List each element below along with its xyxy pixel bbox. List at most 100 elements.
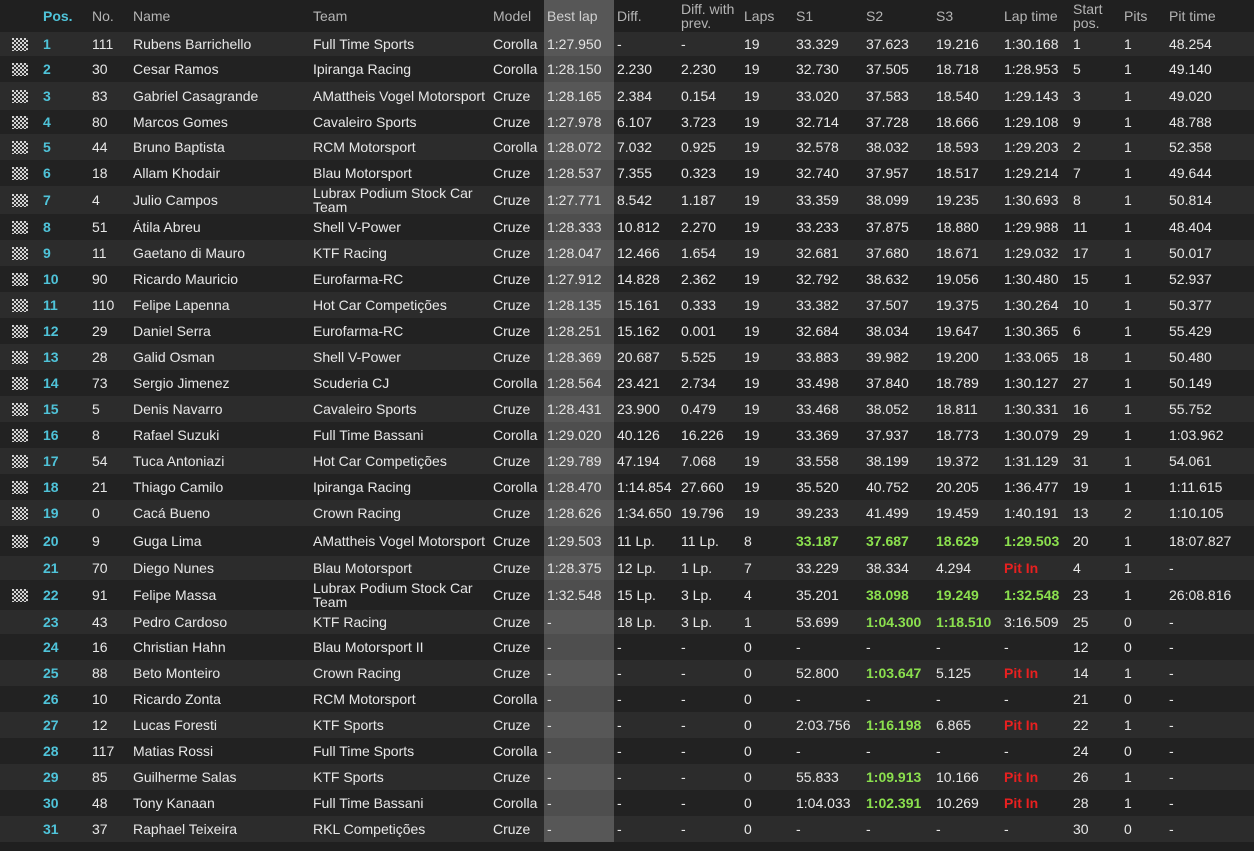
table-row-29[interactable]: 29 85 Guilherme Salas KTF Sports Cruze -… [0, 764, 1254, 790]
table-row-18[interactable]: 18 21 Thiago Camilo Ipiranga Racing Coro… [0, 474, 1254, 500]
team-name: Lubrax Podium Stock Car Team [313, 580, 473, 610]
col-header-pits[interactable]: Pits [1121, 0, 1166, 32]
table-row-5[interactable]: 5 44 Bruno Baptista RCM Motorsport Corol… [0, 134, 1254, 160]
pos-cell: 7 [40, 186, 89, 214]
col-header-diff-prev[interactable]: Diff. with prev. [678, 0, 741, 32]
pits-cell: 1 [1121, 474, 1166, 500]
driver-name-cell: Beto Monteiro [130, 660, 310, 686]
diff-prev-cell: 0.154 [678, 82, 741, 110]
s3-cell: 18.666 [933, 110, 1001, 134]
col-header-s3[interactable]: S3 [933, 0, 1001, 32]
col-header-s2[interactable]: S2 [863, 0, 933, 32]
diff-prev-cell: 16.226 [678, 422, 741, 448]
driver-name-cell: Cesar Ramos [130, 56, 310, 82]
pits-cell: 1 [1121, 240, 1166, 266]
table-row-24[interactable]: 24 16 Christian Hahn Blau Motorsport II … [0, 634, 1254, 660]
start-pos-cell: 23 [1070, 580, 1121, 610]
col-header-name[interactable]: Name [130, 0, 310, 32]
s3-cell: 19.375 [933, 292, 1001, 318]
driver-name-cell: Diego Nunes [130, 556, 310, 580]
model-cell: Cruze [490, 160, 544, 186]
pos-cell: 20 [40, 526, 89, 556]
team-cell: Cavaleiro Sports [310, 396, 490, 422]
table-row-14[interactable]: 14 73 Sergio Jimenez Scuderia CJ Corolla… [0, 370, 1254, 396]
table-row-8[interactable]: 8 51 Átila Abreu Shell V-Power Cruze 1:2… [0, 214, 1254, 240]
checkered-flag-icon [12, 351, 28, 365]
table-row-1[interactable]: 1 111 Rubens Barrichello Full Time Sport… [0, 32, 1254, 56]
team-name: Ipiranga Racing [313, 61, 412, 77]
car-number-cell: 29 [89, 318, 130, 344]
col-header-model[interactable]: Model [490, 0, 544, 32]
table-row-6[interactable]: 6 18 Allam Khodair Blau Motorsport Cruze… [0, 160, 1254, 186]
col-header-diff[interactable]: Diff. [614, 0, 678, 32]
table-row-22[interactable]: 22 91 Felipe Massa Lubrax Podium Stock C… [0, 580, 1254, 610]
table-row-31[interactable]: 31 37 Raphael Teixeira RKL Competições C… [0, 816, 1254, 842]
table-row-13[interactable]: 13 28 Galid Osman Shell V-Power Cruze 1:… [0, 344, 1254, 370]
col-header-pos[interactable]: Pos. [40, 0, 89, 32]
table-row-3[interactable]: 3 83 Gabriel Casagrande AMattheis Vogel … [0, 82, 1254, 110]
diff-prev-cell: 2.270 [678, 214, 741, 240]
col-header-best-lap[interactable]: Best lap [544, 0, 614, 32]
model-cell: Cruze [490, 764, 544, 790]
table-row-25[interactable]: 25 88 Beto Monteiro Crown Racing Cruze -… [0, 660, 1254, 686]
flag-cell [0, 686, 40, 712]
table-row-11[interactable]: 11 110 Felipe Lapenna Hot Car Competiçõe… [0, 292, 1254, 318]
start-pos-cell: 13 [1070, 500, 1121, 526]
col-header-laps[interactable]: Laps [741, 0, 793, 32]
table-row-20[interactable]: 20 9 Guga Lima AMattheis Vogel Motorspor… [0, 526, 1254, 556]
start-pos-cell: 31 [1070, 448, 1121, 474]
col-header-lap-time[interactable]: Lap time [1001, 0, 1070, 32]
flag-cell [0, 448, 40, 474]
team-name: Full Time Sports [313, 36, 415, 52]
driver-name-cell: Felipe Lapenna [130, 292, 310, 318]
start-pos-cell: 15 [1070, 266, 1121, 292]
model-cell: Corolla [490, 370, 544, 396]
checkered-flag-icon [12, 167, 28, 181]
s1-cell: 52.800 [793, 660, 863, 686]
s1-cell: 33.233 [793, 214, 863, 240]
start-pos-cell: 8 [1070, 186, 1121, 214]
table-row-7[interactable]: 7 4 Julio Campos Lubrax Podium Stock Car… [0, 186, 1254, 214]
pit-time-cell: - [1166, 816, 1254, 842]
table-row-12[interactable]: 12 29 Daniel Serra Eurofarma-RC Cruze 1:… [0, 318, 1254, 344]
col-header-s1[interactable]: S1 [793, 0, 863, 32]
pits-cell: 0 [1121, 634, 1166, 660]
table-row-10[interactable]: 10 90 Ricardo Mauricio Eurofarma-RC Cruz… [0, 266, 1254, 292]
col-header-pit-time[interactable]: Pit time [1166, 0, 1254, 32]
table-row-9[interactable]: 9 11 Gaetano di Mauro KTF Racing Cruze 1… [0, 240, 1254, 266]
table-row-28[interactable]: 28 117 Matias Rossi Full Time Sports Cor… [0, 738, 1254, 764]
team-cell: Scuderia CJ [310, 370, 490, 396]
table-row-19[interactable]: 19 0 Cacá Bueno Crown Racing Cruze 1:28.… [0, 500, 1254, 526]
s1-cell: 39.233 [793, 500, 863, 526]
model-cell: Corolla [490, 790, 544, 816]
col-header-team[interactable]: Team [310, 0, 490, 32]
driver-name-cell: Guilherme Salas [130, 764, 310, 790]
flag-cell [0, 186, 40, 214]
table-row-21[interactable]: 21 70 Diego Nunes Blau Motorsport Cruze … [0, 556, 1254, 580]
col-header-no[interactable]: No. [89, 0, 130, 32]
laps-cell: 19 [741, 448, 793, 474]
table-row-23[interactable]: 23 43 Pedro Cardoso KTF Racing Cruze - 1… [0, 610, 1254, 634]
car-number-cell: 83 [89, 82, 130, 110]
team-cell: AMattheis Vogel Motorsport [310, 82, 490, 110]
model-cell: Corolla [490, 738, 544, 764]
lap-time-cell: - [1001, 738, 1070, 764]
pits-cell: 0 [1121, 686, 1166, 712]
table-row-26[interactable]: 26 10 Ricardo Zonta RCM Motorsport Corol… [0, 686, 1254, 712]
table-row-4[interactable]: 4 80 Marcos Gomes Cavaleiro Sports Cruze… [0, 110, 1254, 134]
laps-cell: 19 [741, 240, 793, 266]
table-row-16[interactable]: 16 8 Rafael Suzuki Full Time Bassani Cor… [0, 422, 1254, 448]
diff-prev-cell: 0.925 [678, 134, 741, 160]
table-row-15[interactable]: 15 5 Denis Navarro Cavaleiro Sports Cruz… [0, 396, 1254, 422]
table-row-30[interactable]: 30 48 Tony Kanaan Full Time Bassani Coro… [0, 790, 1254, 816]
pits-cell: 1 [1121, 292, 1166, 318]
table-row-27[interactable]: 27 12 Lucas Foresti KTF Sports Cruze - -… [0, 712, 1254, 738]
table-row-2[interactable]: 2 30 Cesar Ramos Ipiranga Racing Corolla… [0, 56, 1254, 82]
pits-cell: 1 [1121, 396, 1166, 422]
table-row-17[interactable]: 17 54 Tuca Antoniazi Hot Car Competições… [0, 448, 1254, 474]
col-header-start-pos[interactable]: Start pos. [1070, 0, 1121, 32]
team-cell: KTF Racing [310, 240, 490, 266]
s3-cell: 5.125 [933, 660, 1001, 686]
s1-cell: 33.468 [793, 396, 863, 422]
car-number-cell: 4 [89, 186, 130, 214]
